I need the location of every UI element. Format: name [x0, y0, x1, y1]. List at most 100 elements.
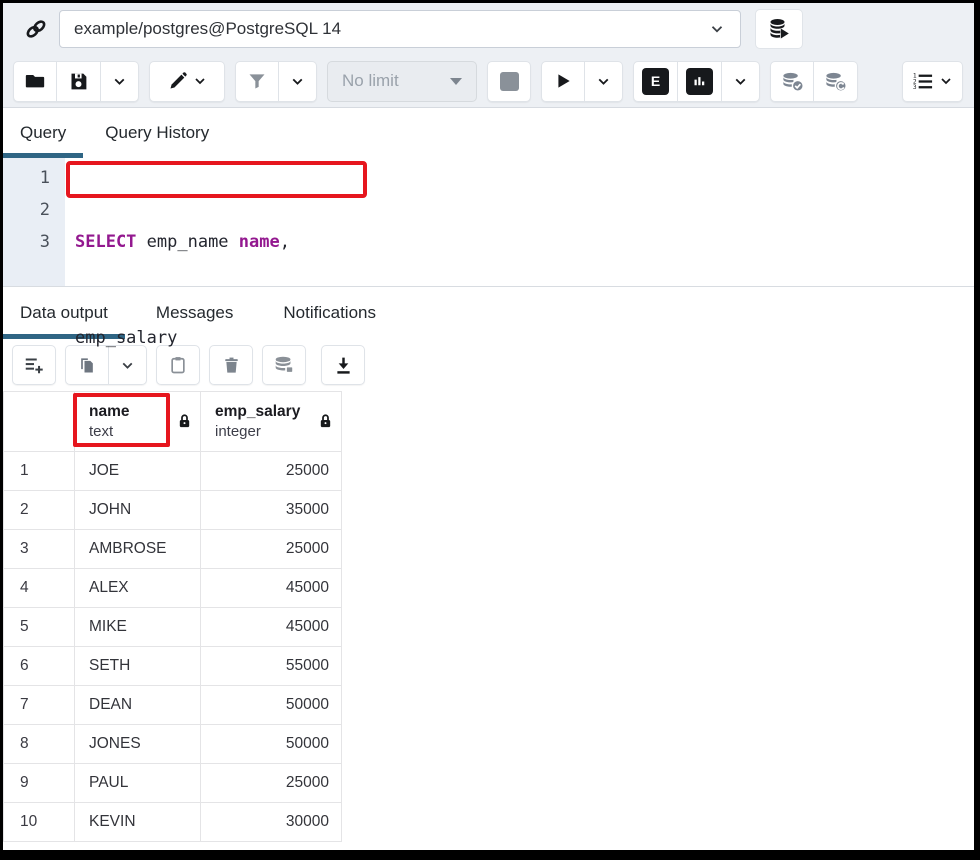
- explain-options-dropdown[interactable]: [722, 61, 760, 102]
- row-number-cell[interactable]: 6: [4, 647, 75, 686]
- dropdown-triangle-icon: [450, 78, 462, 85]
- chevron-down-icon: [938, 73, 954, 89]
- pgadmin-query-tool: example/postgres@PostgreSQL 14: [3, 3, 974, 850]
- chevron-down-icon: [289, 73, 306, 90]
- query-toolbar: No limit E: [3, 55, 974, 108]
- row-number-cell[interactable]: 5: [4, 608, 75, 647]
- name-cell[interactable]: JONES: [75, 725, 201, 764]
- table-row: 10 KEVIN 30000: [4, 803, 342, 842]
- numbered-list-icon: 123: [911, 70, 934, 93]
- column-header-emp-salary[interactable]: emp_salary integer: [201, 392, 342, 452]
- svg-text:3: 3: [913, 84, 917, 91]
- row-number-cell[interactable]: 7: [4, 686, 75, 725]
- tab-query-label: Query: [20, 123, 66, 143]
- column-type-label: integer: [215, 422, 300, 442]
- name-cell[interactable]: KEVIN: [75, 803, 201, 842]
- new-connection-button[interactable]: [755, 9, 803, 49]
- edit-dropdown-button[interactable]: [149, 61, 225, 102]
- salary-cell[interactable]: 45000: [201, 608, 342, 647]
- execute-button[interactable]: [541, 61, 585, 102]
- save-file-button[interactable]: [57, 61, 101, 102]
- line-number-gutter: 1 2 3: [3, 158, 65, 286]
- macros-dropdown-button[interactable]: 123: [902, 61, 963, 102]
- row-number-cell[interactable]: 8: [4, 725, 75, 764]
- sql-editor[interactable]: 1 2 3 SELECT emp_name name, emp_salary F…: [3, 158, 974, 286]
- row-number-cell[interactable]: 10: [4, 803, 75, 842]
- stop-icon: [500, 72, 519, 91]
- download-button[interactable]: [321, 345, 365, 385]
- salary-cell[interactable]: 25000: [201, 452, 342, 491]
- line-number: 1: [3, 162, 50, 194]
- row-number-cell[interactable]: 4: [4, 569, 75, 608]
- tab-query-history-label: Query History: [105, 123, 209, 143]
- name-cell[interactable]: PAUL: [75, 764, 201, 803]
- bar-chart-icon: [686, 68, 713, 95]
- name-cell[interactable]: JOE: [75, 452, 201, 491]
- rollback-button[interactable]: [814, 61, 858, 102]
- salary-cell[interactable]: 55000: [201, 647, 342, 686]
- tab-query[interactable]: Query: [3, 108, 83, 158]
- screenshot-frame: example/postgres@PostgreSQL 14: [0, 0, 980, 860]
- name-cell[interactable]: JOHN: [75, 491, 201, 530]
- name-cell[interactable]: MIKE: [75, 608, 201, 647]
- column-header-name[interactable]: name text: [75, 392, 201, 452]
- database-rollback-icon: [823, 69, 848, 94]
- name-cell[interactable]: DEAN: [75, 686, 201, 725]
- salary-cell[interactable]: 25000: [201, 530, 342, 569]
- grid-header-row: name text emp_salary intege: [4, 392, 342, 452]
- explain-analyze-button[interactable]: [678, 61, 722, 102]
- table-row: 3 AMBROSE 25000: [4, 530, 342, 569]
- salary-cell[interactable]: 50000: [201, 686, 342, 725]
- name-cell[interactable]: SETH: [75, 647, 201, 686]
- table-row: 8 JONES 50000: [4, 725, 342, 764]
- row-limit-select[interactable]: No limit: [327, 61, 477, 102]
- line-number: 3: [3, 226, 50, 258]
- row-number-cell[interactable]: 3: [4, 530, 75, 569]
- name-cell[interactable]: ALEX: [75, 569, 201, 608]
- table-row: 5 MIKE 45000: [4, 608, 342, 647]
- row-number-cell[interactable]: 2: [4, 491, 75, 530]
- column-type-label: text: [89, 422, 130, 442]
- sql-line-2: emp_salary: [75, 322, 290, 354]
- filter-button[interactable]: [235, 61, 279, 102]
- lock-icon: [318, 413, 333, 430]
- chevron-down-icon: [708, 20, 726, 38]
- salary-cell[interactable]: 35000: [201, 491, 342, 530]
- database-commit-icon: [780, 69, 805, 94]
- salary-cell[interactable]: 25000: [201, 764, 342, 803]
- chevron-down-icon: [111, 73, 128, 90]
- cancel-query-button[interactable]: [487, 61, 531, 102]
- add-row-button[interactable]: [12, 345, 56, 385]
- name-cell[interactable]: AMBROSE: [75, 530, 201, 569]
- play-icon: [553, 71, 573, 91]
- sql-identifier: emp_name: [136, 232, 238, 252]
- explain-icon: E: [642, 68, 669, 95]
- editor-tab-bar: Query Query History: [3, 108, 974, 158]
- connection-label: example/postgres@PostgreSQL 14: [74, 19, 341, 39]
- execute-options-dropdown[interactable]: [585, 61, 623, 102]
- filter-options-dropdown[interactable]: [279, 61, 317, 102]
- table-row: 4 ALEX 45000: [4, 569, 342, 608]
- salary-cell[interactable]: 30000: [201, 803, 342, 842]
- row-number-cell[interactable]: 1: [4, 452, 75, 491]
- salary-cell[interactable]: 50000: [201, 725, 342, 764]
- column-name-label: name: [89, 402, 130, 422]
- explain-button[interactable]: E: [633, 61, 678, 102]
- commit-button[interactable]: [770, 61, 814, 102]
- sql-line-1: SELECT emp_name name,: [75, 226, 290, 258]
- folder-icon: [24, 70, 46, 92]
- sql-editor-content[interactable]: SELECT emp_name name, emp_salary FROM em…: [65, 158, 290, 286]
- row-number-cell[interactable]: 9: [4, 764, 75, 803]
- chevron-down-icon: [732, 73, 749, 90]
- connection-selector[interactable]: example/postgres@PostgreSQL 14: [59, 10, 741, 48]
- line-number: 2: [3, 194, 50, 226]
- save-icon: [68, 71, 89, 92]
- tab-query-history[interactable]: Query History: [88, 108, 226, 158]
- select-all-corner[interactable]: [4, 392, 75, 452]
- open-file-button[interactable]: [13, 61, 57, 102]
- pencil-icon: [167, 71, 188, 92]
- sql-identifier: emp_salary: [75, 328, 177, 348]
- salary-cell[interactable]: 45000: [201, 569, 342, 608]
- sql-alias: name: [239, 232, 280, 252]
- save-options-dropdown[interactable]: [101, 61, 139, 102]
